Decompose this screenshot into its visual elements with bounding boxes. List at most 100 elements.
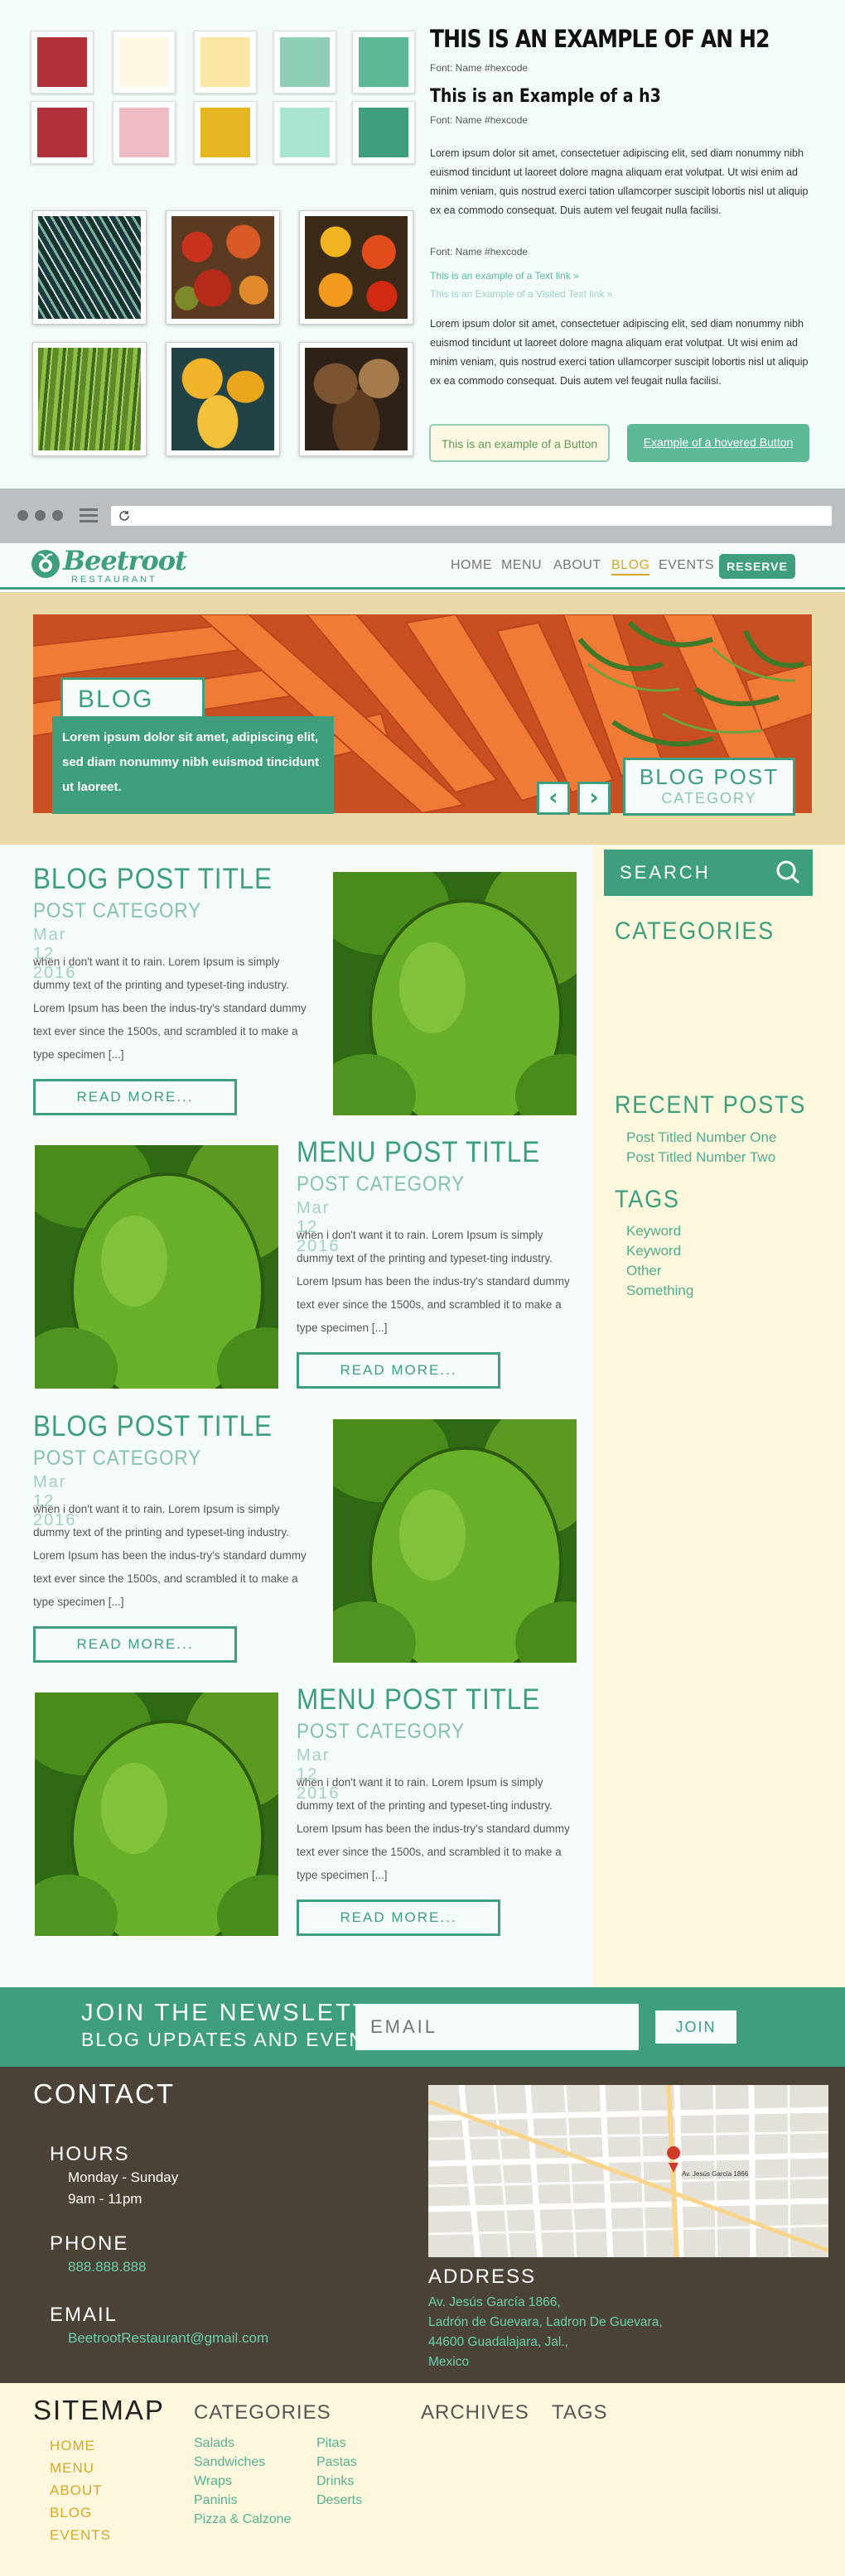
join-button[interactable]: JOIN bbox=[655, 2010, 736, 2044]
window-dot[interactable] bbox=[52, 510, 63, 521]
sample-button[interactable]: This is an example of a Button bbox=[429, 424, 610, 462]
search-icon bbox=[776, 860, 800, 884]
search-button[interactable] bbox=[763, 850, 813, 896]
recent-post-link[interactable]: Post Titled Number One bbox=[626, 1129, 776, 1146]
color-swatch bbox=[273, 101, 336, 164]
blog-tag: BLOG bbox=[60, 677, 205, 722]
hours-days: Monday - Sunday bbox=[68, 2169, 179, 2185]
color-swatch bbox=[352, 31, 415, 94]
post-category[interactable]: POST CATEGORY bbox=[297, 1720, 465, 1744]
paragraph-font-note: Font: Name #hexcode bbox=[430, 246, 529, 258]
sitemap-heading: SITEMAP bbox=[33, 2395, 165, 2425]
sample-paragraph-2: Lorem ipsum dolor sit amet, consectetuer… bbox=[430, 318, 809, 387]
address-line[interactable]: 44600 Guadalajara, Jal., bbox=[428, 2335, 568, 2350]
sample-paragraph: Lorem ipsum dolor sit amet, consectetuer… bbox=[430, 147, 809, 216]
read-more-button[interactable]: READ MORE... bbox=[297, 1899, 500, 1936]
search-input[interactable]: SEARCH bbox=[604, 850, 763, 896]
avocado-photo bbox=[331, 1418, 578, 1664]
color-swatch bbox=[194, 101, 257, 164]
post-excerpt: when i don't want it to rain. Lorem Ipsu… bbox=[297, 1229, 570, 1334]
color-swatch bbox=[194, 31, 257, 94]
email-link[interactable]: BeetrootRestaurant@gmail.com bbox=[68, 2330, 268, 2347]
reserve-button[interactable]: RESERVE bbox=[719, 554, 795, 579]
address-line[interactable]: Mexico bbox=[428, 2355, 469, 2370]
logo-subtitle: RESTAURANT bbox=[71, 575, 157, 585]
address-line[interactable]: Ladrón de Guevara, Ladron De Guevara, bbox=[428, 2315, 663, 2330]
lemons-photo bbox=[166, 342, 280, 456]
post-title[interactable]: BLOG POST TITLE bbox=[33, 863, 273, 896]
sample-hovered-button[interactable]: Example of a hovered Button bbox=[627, 424, 809, 462]
post-category[interactable]: POST CATEGORY bbox=[297, 1172, 465, 1197]
nav-about[interactable]: ABOUT bbox=[553, 558, 601, 573]
style-guide: THIS IS AN EXAMPLE OF AN H2 Font: Name #… bbox=[0, 0, 845, 489]
read-more-button[interactable]: READ MORE... bbox=[297, 1352, 500, 1389]
reload-icon[interactable] bbox=[118, 509, 131, 522]
post-category[interactable]: POST CATEGORY bbox=[33, 1447, 201, 1471]
sample-visited-link[interactable]: This is an Example of a Visited Text lin… bbox=[430, 288, 612, 300]
logo-wordmark[interactable]: Beetroot bbox=[63, 545, 187, 576]
post-title[interactable]: BLOG POST TITLE bbox=[33, 1410, 273, 1443]
tag-link[interactable]: Something bbox=[626, 1283, 693, 1299]
read-more-button[interactable]: READ MORE... bbox=[33, 1626, 237, 1663]
phone-link[interactable]: 888.888.888 bbox=[68, 2259, 147, 2275]
tags-heading: TAGS bbox=[615, 1186, 680, 1213]
nav-blog[interactable]: BLOG bbox=[611, 558, 650, 575]
newsletter-subheading: BLOG UPDATES AND EVENTS bbox=[81, 2029, 393, 2050]
nav-home[interactable]: HOME bbox=[451, 558, 492, 573]
location-map[interactable]: Av. Jesús García 1866 bbox=[428, 2085, 828, 2257]
sitemap-link-about[interactable]: ABOUT bbox=[50, 2482, 103, 2499]
contact-heading: CONTACT bbox=[33, 2078, 176, 2109]
category-link[interactable]: Drinks bbox=[316, 2474, 354, 2489]
newsletter-email-input[interactable] bbox=[355, 2004, 639, 2050]
recent-posts-heading: RECENT POSTS bbox=[615, 1091, 807, 1119]
window-dot[interactable] bbox=[17, 510, 28, 521]
category-link[interactable]: Sandwiches bbox=[194, 2455, 265, 2470]
phone-label: PHONE bbox=[50, 2232, 129, 2255]
post-category[interactable]: POST CATEGORY bbox=[33, 899, 201, 923]
nav-events[interactable]: EVENTS bbox=[659, 558, 714, 573]
category-link[interactable]: Pastas bbox=[316, 2455, 357, 2470]
beet-logo-icon[interactable] bbox=[31, 550, 60, 578]
newsletter-signup: JOIN THE NEWSLETTER BLOG UPDATES AND EVE… bbox=[0, 1987, 845, 2067]
address-line[interactable]: Av. Jesús García 1866, bbox=[428, 2295, 561, 2310]
avocado-photo bbox=[33, 1691, 280, 1938]
category-link[interactable]: Deserts bbox=[316, 2493, 362, 2508]
post-title[interactable]: MENU POST TITLE bbox=[297, 1136, 540, 1169]
next-arrow-button[interactable]: › bbox=[577, 782, 611, 815]
sitemap-footer: SITEMAP HOME MENU ABOUT BLOG EVENTS CATE… bbox=[0, 2383, 845, 2576]
green-beans-photo bbox=[32, 342, 147, 456]
nav-menu[interactable]: MENU bbox=[501, 558, 542, 573]
hours-time: 9am - 11pm bbox=[68, 2191, 142, 2207]
prev-arrow-button[interactable]: ‹ bbox=[537, 782, 570, 815]
recent-post-link[interactable]: Post Titled Number Two bbox=[626, 1149, 775, 1166]
hero-post-category: CATEGORY bbox=[661, 790, 757, 807]
category-link[interactable]: Salads bbox=[194, 2436, 234, 2451]
post-title[interactable]: MENU POST TITLE bbox=[297, 1683, 540, 1717]
post-excerpt: when i don't want it to rain. Lorem Ipsu… bbox=[297, 1776, 570, 1881]
tag-link[interactable]: Other bbox=[626, 1263, 662, 1279]
sample-h3: This is an Example of a h3 bbox=[430, 86, 661, 107]
category-link[interactable]: Pitas bbox=[316, 2436, 346, 2451]
category-link[interactable]: Pizza & Calzone bbox=[194, 2512, 291, 2527]
archives-column-heading: ARCHIVES bbox=[421, 2401, 529, 2424]
tag-link[interactable]: Keyword bbox=[626, 1223, 681, 1240]
tag-link[interactable]: Keyword bbox=[626, 1243, 681, 1259]
address-bar[interactable] bbox=[111, 506, 832, 526]
post-excerpt: when i don't want it to rain. Lorem Ipsu… bbox=[33, 956, 307, 1061]
hero-post-card[interactable]: BLOG POST CATEGORY bbox=[623, 758, 795, 816]
peppers-photo bbox=[299, 210, 413, 325]
color-swatch bbox=[31, 31, 94, 94]
sitemap-link-blog[interactable]: BLOG bbox=[50, 2505, 92, 2521]
window-dot[interactable] bbox=[35, 510, 46, 521]
sitemap-link-events[interactable]: EVENTS bbox=[50, 2527, 111, 2544]
read-more-button[interactable]: READ MORE... bbox=[33, 1079, 237, 1115]
category-link[interactable]: Paninis bbox=[194, 2493, 237, 2508]
sitemap-link-menu[interactable]: MENU bbox=[50, 2460, 94, 2477]
h3-font-note: Font: Name #hexcode bbox=[430, 114, 529, 126]
sample-text-link[interactable]: This is an example of a Text link » bbox=[430, 270, 579, 282]
sitemap-link-home[interactable]: HOME bbox=[50, 2438, 95, 2454]
hero-text: Lorem ipsum dolor sit amet, adipiscing e… bbox=[52, 716, 334, 814]
category-link[interactable]: Wraps bbox=[194, 2474, 232, 2489]
sample-h2: THIS IS AN EXAMPLE OF AN H2 bbox=[430, 25, 770, 53]
categories-column-heading: CATEGORIES bbox=[194, 2401, 331, 2424]
